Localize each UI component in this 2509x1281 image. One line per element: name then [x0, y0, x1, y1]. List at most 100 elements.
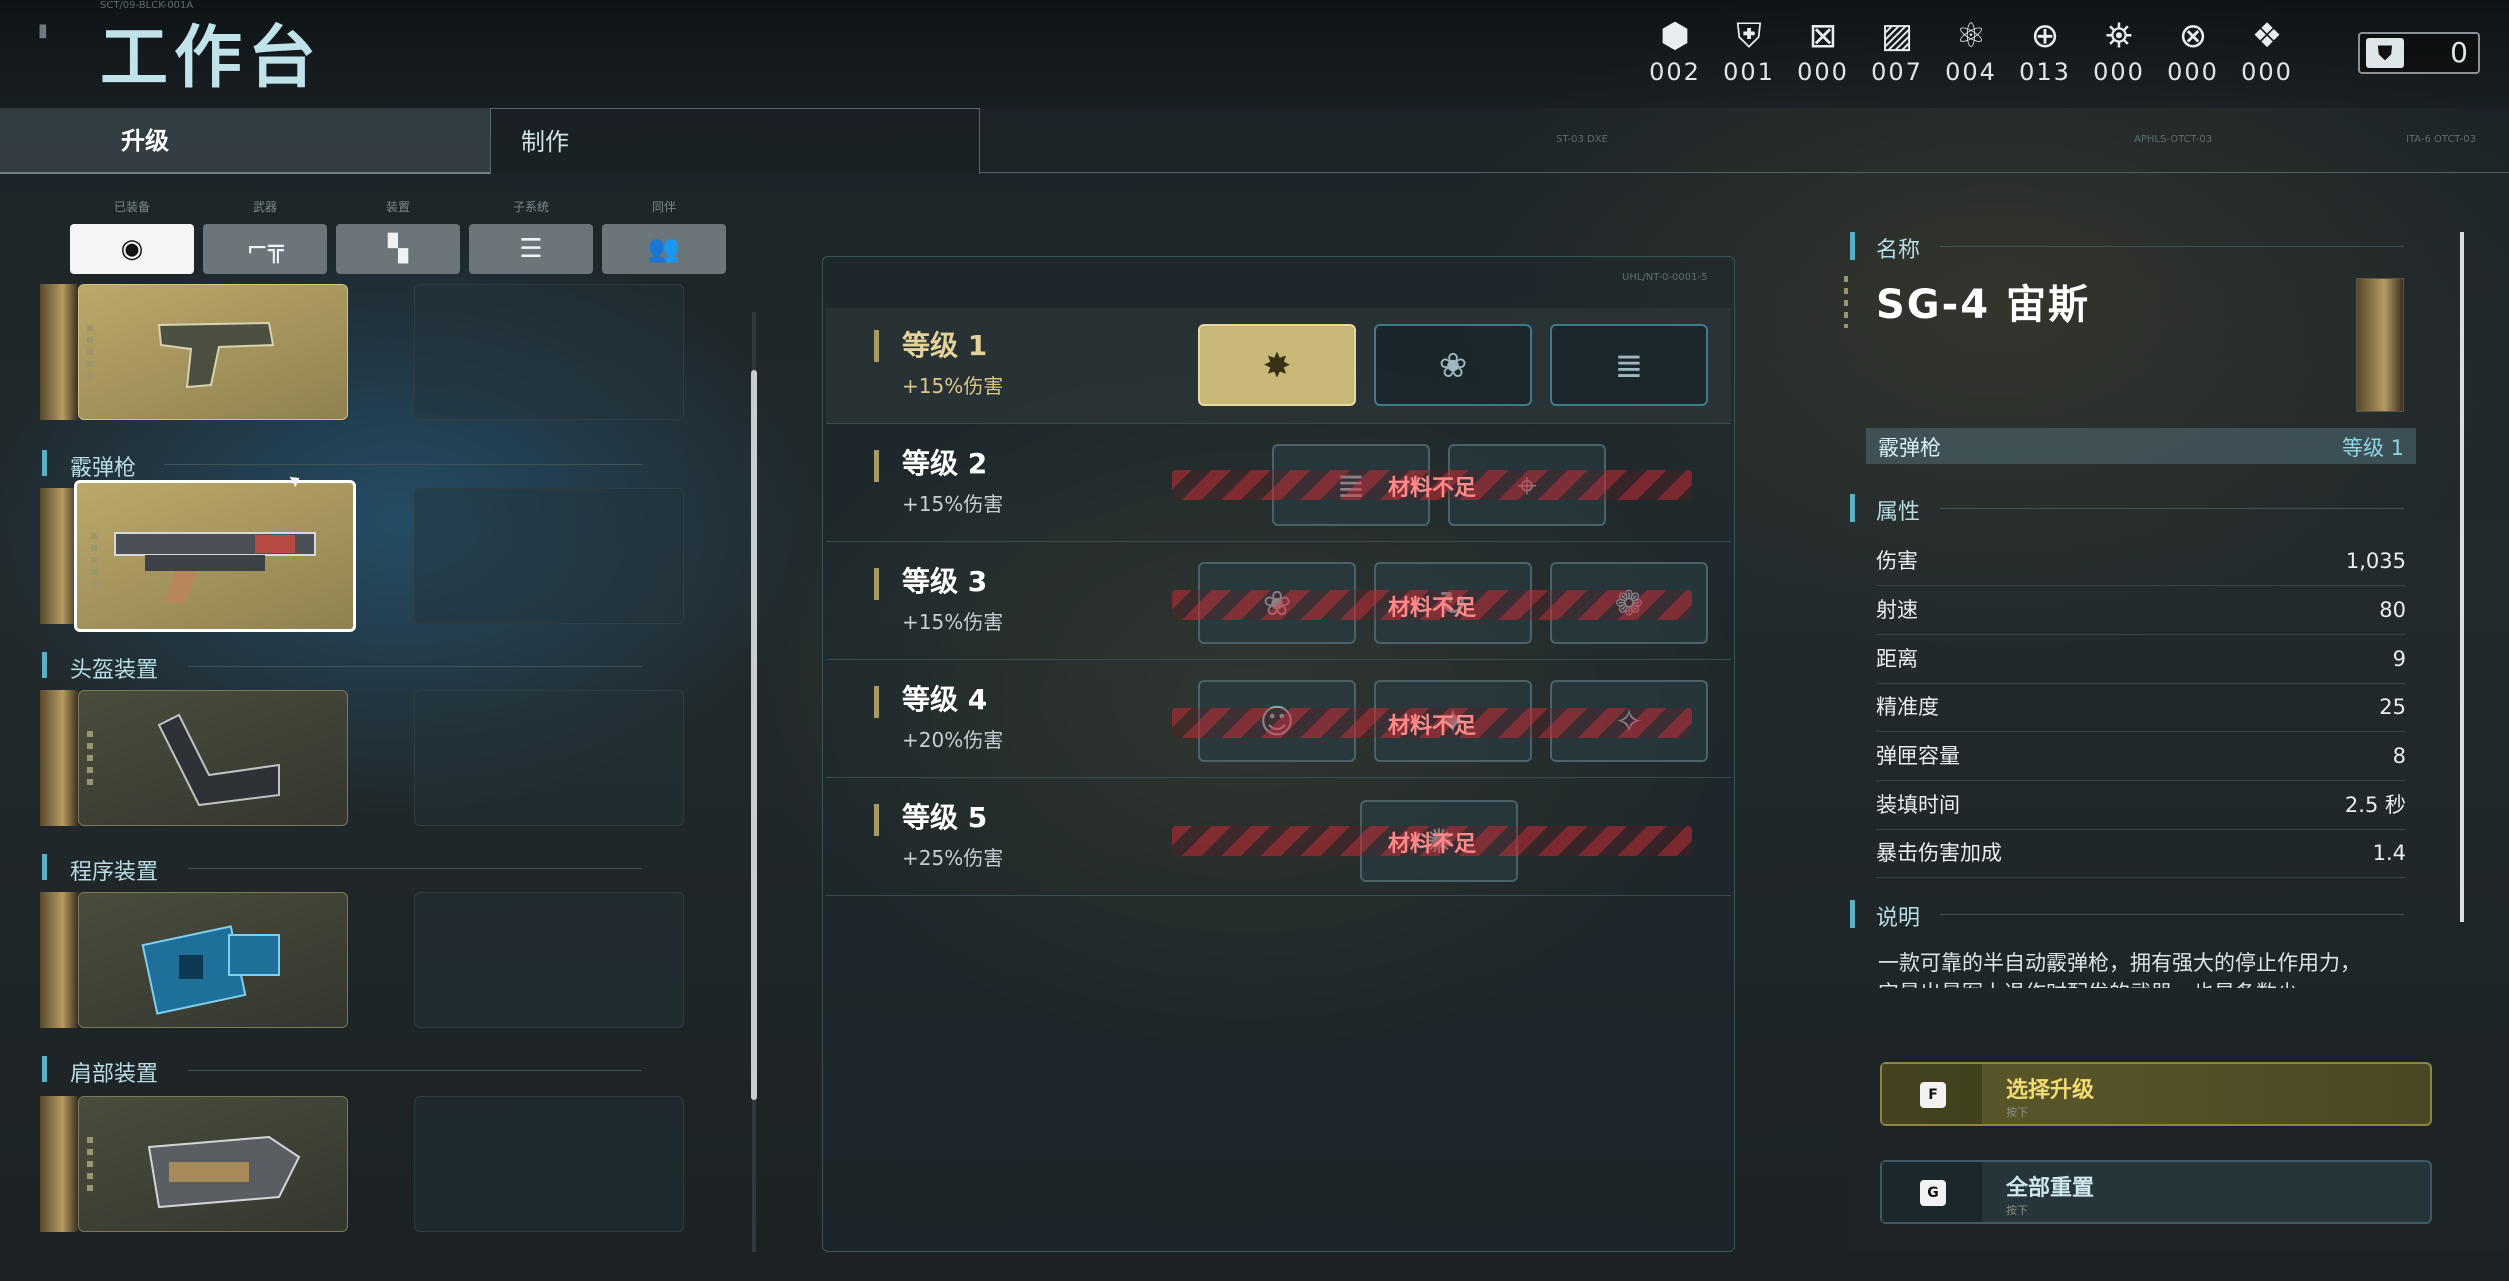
page-title: 工作台	[100, 19, 323, 98]
shoulder-device-card[interactable]	[78, 1096, 348, 1232]
stat-row: 暴击伤害加成 1.4	[1876, 830, 2406, 878]
section-title-shotgun: 霰弹枪	[70, 456, 137, 481]
rank-ticks	[1844, 276, 1848, 328]
upgrade-level: 等级 3	[902, 565, 988, 598]
rank-ticks	[87, 731, 93, 791]
weapon-level: 等级 1	[2341, 436, 2404, 460]
code-label-1: ST-03 DXE	[1556, 134, 1608, 145]
medal-counter: ⛊ 0	[2358, 32, 2480, 74]
explosion-icon: ✸	[1262, 346, 1292, 386]
insufficient-text: 材料不足	[1387, 476, 1476, 501]
category-label-weapon: 武器	[252, 200, 277, 214]
category-device-button[interactable]: ▚	[336, 224, 460, 274]
program-device-card[interactable]	[78, 892, 348, 1028]
level-marker	[874, 686, 879, 718]
details-scrollbar[interactable]	[2460, 232, 2464, 922]
helmet-device-icon	[157, 713, 280, 807]
section-title-shoulder: 肩部装置	[70, 1062, 159, 1087]
weapon-type-bar: 霰弹枪 等级 1	[1866, 428, 2416, 464]
tab-divider	[980, 172, 2509, 173]
category-label-device: 装置	[385, 200, 410, 214]
section-title-helmet: 头盔装置	[70, 658, 159, 683]
character-portrait	[40, 488, 78, 624]
upgrade-bonus: +15%伤害	[902, 492, 1004, 516]
x-box-icon: ⊗	[2178, 16, 2208, 56]
core-icon: ❖	[2251, 16, 2283, 56]
tab-craft[interactable]: 制作	[490, 108, 980, 174]
section-marker	[42, 1056, 47, 1082]
stat-row: 射速 80	[1876, 587, 2406, 635]
resource-armor: ⛨ 001	[1714, 14, 1784, 94]
upgrade-bonus: +15%伤害	[902, 374, 1004, 398]
category-label-subsystem: 子系统	[512, 200, 549, 214]
rank-ticks	[87, 325, 93, 385]
capsules-icon: ⛯	[2105, 16, 2133, 56]
category-weapon-button[interactable]: ⌐╦	[203, 224, 327, 274]
select-upgrade-button[interactable]: F 选择升级 按下	[1880, 1062, 2432, 1126]
plates-icon: ▨	[1880, 16, 1914, 56]
menu-icon[interactable]: ▮	[38, 20, 48, 41]
character-portrait	[40, 690, 78, 826]
upgrade-level: 等级 5	[902, 801, 988, 834]
attributes-label: 属性	[1876, 500, 1921, 525]
stat-row: 装填时间 2.5 秒	[1876, 782, 2406, 830]
press-hint: 按下	[2006, 1204, 2028, 1217]
category-companion-button[interactable]: 👥	[602, 224, 726, 274]
stat-row: 精准度 25	[1876, 684, 2406, 732]
empty-slot	[414, 892, 684, 1028]
stat-row: 弹匣容量 8	[1876, 733, 2406, 781]
resource-hex-nut: ⬢ 002	[1640, 14, 1710, 94]
shells-icon: ≣	[1614, 346, 1644, 386]
press-hint: 按下	[2006, 1106, 2028, 1119]
upgrade-level: 等级 1	[902, 329, 988, 362]
upgrade-level: 等级 4	[902, 683, 988, 716]
category-subsystem-button[interactable]: ☰	[469, 224, 593, 274]
section-divider	[188, 666, 642, 667]
weapon-description: 一款可靠的半自动霰弹枪，拥有强大的停止作用力，它最出最军上退作时配发的武器，也是…	[1878, 951, 2361, 988]
cylinder-icon: ❀	[1438, 346, 1468, 386]
character-portrait	[40, 892, 78, 1028]
group-icon: 👥	[647, 234, 681, 264]
list-icon: ☰	[519, 234, 543, 264]
upgrade-option-button[interactable]: ≣	[1550, 324, 1708, 406]
helmet-device-card[interactable]	[78, 690, 348, 826]
upgrade-option-button[interactable]: ❀	[1374, 324, 1532, 406]
section-divider	[1940, 246, 2404, 247]
section-divider	[1940, 508, 2404, 509]
resource-frame: ⊠ 000	[1788, 14, 1858, 94]
section-divider	[188, 868, 642, 869]
resource-capsules: ⛯ 000	[2084, 14, 2154, 94]
gun-icon: ⌐╦	[246, 234, 284, 264]
section-marker	[42, 854, 47, 880]
empty-slot	[414, 488, 684, 624]
empty-slot	[414, 284, 684, 420]
resource-core: ❖ 000	[2232, 14, 2302, 94]
upgrade-option-button[interactable]: ✸	[1198, 324, 1356, 406]
rank-ticks	[87, 1137, 93, 1197]
weapon-name: SG-4 宙斯	[1876, 282, 2090, 328]
reset-all-button[interactable]: G 全部重置 按下	[1880, 1160, 2432, 1224]
resource-plates: ▨ 007	[1862, 14, 1932, 94]
code-label-2: APHLS-OTCT-03	[2134, 134, 2213, 145]
character-portrait	[40, 284, 78, 420]
key-hint-g: G	[1920, 1180, 1946, 1206]
tab-upgrade[interactable]: 升级	[0, 108, 490, 174]
device-icon: ▚	[388, 234, 408, 264]
pistol-card[interactable]	[78, 284, 348, 420]
category-equipped-button[interactable]: ◉	[70, 224, 194, 274]
resource-triad: ⚛ 004	[1936, 14, 2006, 94]
armor-icon: ⛨	[1736, 16, 1762, 56]
level-marker	[874, 804, 879, 836]
empty-slot	[414, 1096, 684, 1232]
key-hint-f: F	[1920, 1082, 1946, 1108]
crosshair-gear-icon: ⊕	[2030, 16, 2060, 56]
rank-ticks	[91, 533, 97, 593]
resource-crosshair-gear: ⊕ 013	[2010, 14, 2080, 94]
hex-nut-icon: ⬢	[1660, 16, 1690, 56]
shotgun-card[interactable]	[74, 480, 356, 632]
program-device-icon	[141, 925, 280, 1015]
category-label-companion: 同伴	[651, 200, 676, 214]
list-scrollbar-thumb[interactable]	[751, 370, 757, 1100]
section-divider	[1940, 914, 2404, 915]
section-marker	[1850, 494, 1855, 522]
